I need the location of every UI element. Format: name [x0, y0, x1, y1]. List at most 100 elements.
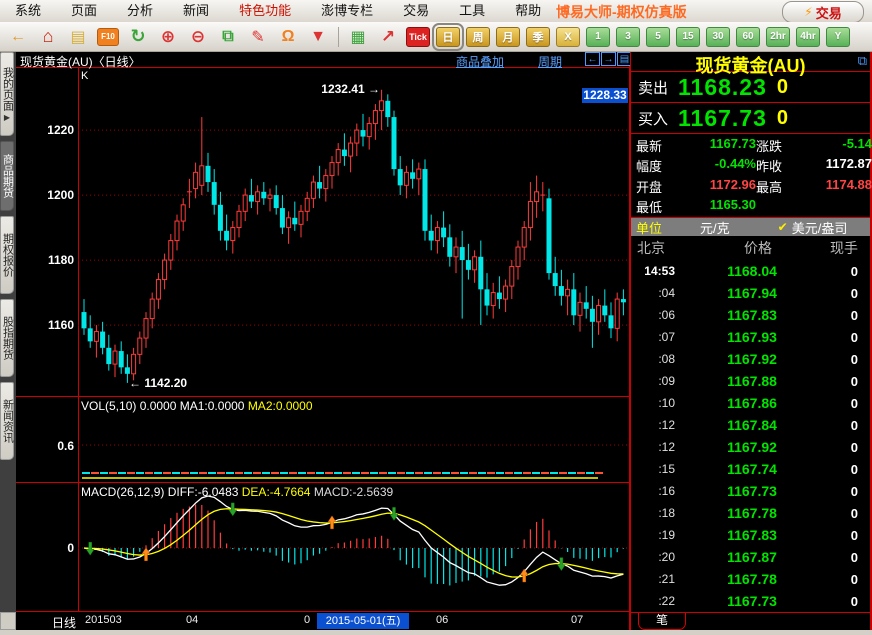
menu-item-澎博专栏[interactable]: 澎博专栏 [306, 0, 388, 22]
trend-chart-icon[interactable]: ↗ [376, 25, 400, 49]
refresh-icon[interactable]: ↻ [126, 25, 150, 49]
draw-icon[interactable]: ✎ [246, 25, 270, 49]
tick-row[interactable]: :151167.740 [631, 458, 870, 480]
period-button-Y[interactable]: Y [826, 27, 850, 47]
period-button-日[interactable]: 日 [436, 27, 460, 47]
buy-row[interactable]: 买入 1167.73 0 [631, 103, 870, 134]
tick-volume: 0 [807, 528, 858, 543]
stat-value: 1165.30 [680, 197, 756, 216]
next-arrow-icon[interactable]: → [601, 52, 616, 66]
period-button-5[interactable]: 5 [646, 27, 670, 47]
tick-row[interactable]: :091167.880 [631, 370, 870, 392]
popout-icon[interactable]: ⧉ [858, 53, 867, 69]
macd-axis-label: 0 [16, 541, 74, 555]
tick-row[interactable]: :061167.830 [631, 304, 870, 326]
period-button-季[interactable]: 季 [526, 27, 550, 47]
filter-icon[interactable]: ▼ [306, 25, 330, 49]
unit-bar[interactable]: 单位 元/克 ✔ 美元/盎司 [631, 218, 870, 236]
sidebar-tab-期权报价[interactable]: 期权报价 [0, 216, 14, 294]
tick-row[interactable]: :181167.780 [631, 502, 870, 524]
stat-label: 昨收 [756, 156, 806, 175]
menu-item-帮助[interactable]: 帮助 [500, 0, 556, 22]
tick-row[interactable]: :101167.860 [631, 392, 870, 414]
tick-volume: 0 [807, 308, 858, 323]
tick-row[interactable]: :041167.940 [631, 282, 870, 304]
prev-arrow-icon[interactable]: ← [585, 52, 600, 66]
menu-item-分析[interactable]: 分析 [112, 0, 168, 22]
menu-item-特色功能[interactable]: 特色功能 [224, 0, 306, 22]
overlay-icon[interactable]: ⧉ [216, 25, 240, 49]
tab-bi[interactable]: 笔 [638, 613, 686, 630]
tick-row[interactable]: :211167.780 [631, 568, 870, 590]
notes-icon[interactable]: ▤ [66, 25, 90, 49]
sidebar-tab-我的页面[interactable]: 我的页面▶ [0, 52, 14, 136]
tick-row[interactable]: :081167.920 [631, 348, 870, 370]
period-button-30[interactable]: 30 [706, 27, 730, 47]
tick-period-button[interactable]: Tick [406, 25, 430, 49]
stat-value: -5.14 [806, 136, 872, 155]
candlestick-chart[interactable] [78, 68, 629, 396]
period-button-X[interactable]: X [556, 27, 580, 47]
vol-axis-label: 0.6 [16, 439, 74, 453]
unit-usd-oz[interactable]: 美元/盎司 [792, 218, 848, 237]
menu-item-交易[interactable]: 交易 [388, 0, 444, 22]
menu-item-系统[interactable]: 系统 [0, 0, 56, 22]
macd-panel-chart[interactable] [78, 482, 629, 611]
f10-icon[interactable]: F10 [96, 25, 120, 49]
tick-row[interactable]: :191167.830 [631, 524, 870, 546]
sell-row[interactable]: 卖出 1168.23 0 [631, 72, 870, 103]
unit-yuan-gram[interactable]: 元/克 [700, 218, 730, 237]
tick-list[interactable]: 14:531168.040:041167.940:061167.830:0711… [631, 260, 870, 612]
tick-volume: 0 [807, 462, 858, 477]
period-button-月[interactable]: 月 [496, 27, 520, 47]
tick-row[interactable]: :121167.840 [631, 414, 870, 436]
trade-button[interactable]: ⚡ 交易 [782, 1, 864, 23]
tick-row[interactable]: :221167.730 [631, 590, 870, 612]
tick-row[interactable]: :161167.730 [631, 480, 870, 502]
home-icon[interactable]: ⌂ [36, 25, 60, 49]
tick-row[interactable]: :201167.870 [631, 546, 870, 568]
menu-item-工具[interactable]: 工具 [444, 0, 500, 22]
filter-icon: ▼ [310, 28, 326, 46]
sidebar-tab-股指期货[interactable]: 股指期货 [0, 299, 14, 377]
quote-table-icon[interactable]: ▦ [346, 25, 370, 49]
stat-label: 最新 [636, 136, 680, 155]
sidebar-corner[interactable] [0, 612, 16, 630]
overlay-icon: ⧉ [222, 28, 233, 46]
period-button-3[interactable]: 3 [616, 27, 640, 47]
tick-time: :21 [631, 572, 675, 586]
tick-period-button: Tick [406, 27, 430, 47]
period-button-周[interactable]: 周 [466, 27, 490, 47]
tick-time: :04 [631, 286, 675, 300]
macd-value: MACD:-2.5639 [314, 485, 393, 499]
menu-item-新闻[interactable]: 新闻 [168, 0, 224, 22]
tick-volume: 0 [807, 550, 858, 565]
sidebar-tab-商品期货[interactable]: 商品期货 [0, 141, 14, 211]
zoom-in-icon[interactable]: ⊕ [156, 25, 180, 49]
tick-volume: 0 [807, 594, 858, 609]
zoom-out-icon[interactable]: ⊖ [186, 25, 210, 49]
period-button-1[interactable]: 1 [586, 27, 610, 47]
check-icon: ✔ [778, 220, 788, 234]
period-button-4hr[interactable]: 4hr [796, 27, 820, 47]
period-button-60[interactable]: 60 [736, 27, 760, 47]
date-axis-label: 04 [186, 614, 198, 626]
tick-row[interactable]: :071167.930 [631, 326, 870, 348]
stat-label: 开盘 [636, 177, 680, 196]
back-icon[interactable]: ← [6, 25, 30, 49]
zoom-out-icon: ⊖ [191, 27, 205, 47]
date-axis-label: 201503 [85, 614, 122, 626]
macd-diff: DIFF:-6.0483 [168, 485, 239, 499]
tick-volume: 0 [807, 286, 858, 301]
sidebar-tab-label: 商品期货 [1, 154, 14, 198]
tick-price: 1167.84 [697, 417, 807, 433]
sidebar-tab-新闻资讯[interactable]: 新闻资讯 [0, 382, 14, 460]
tick-row[interactable]: :121167.920 [631, 436, 870, 458]
date-axis-label: 0 [304, 614, 310, 626]
alert-icon[interactable]: Ω [276, 25, 300, 49]
period-button-2hr[interactable]: 2hr [766, 27, 790, 47]
tick-price: 1167.93 [697, 329, 807, 345]
tick-row[interactable]: 14:531168.040 [631, 260, 870, 282]
menu-item-页面[interactable]: 页面 [56, 0, 112, 22]
period-button-15[interactable]: 15 [676, 27, 700, 47]
